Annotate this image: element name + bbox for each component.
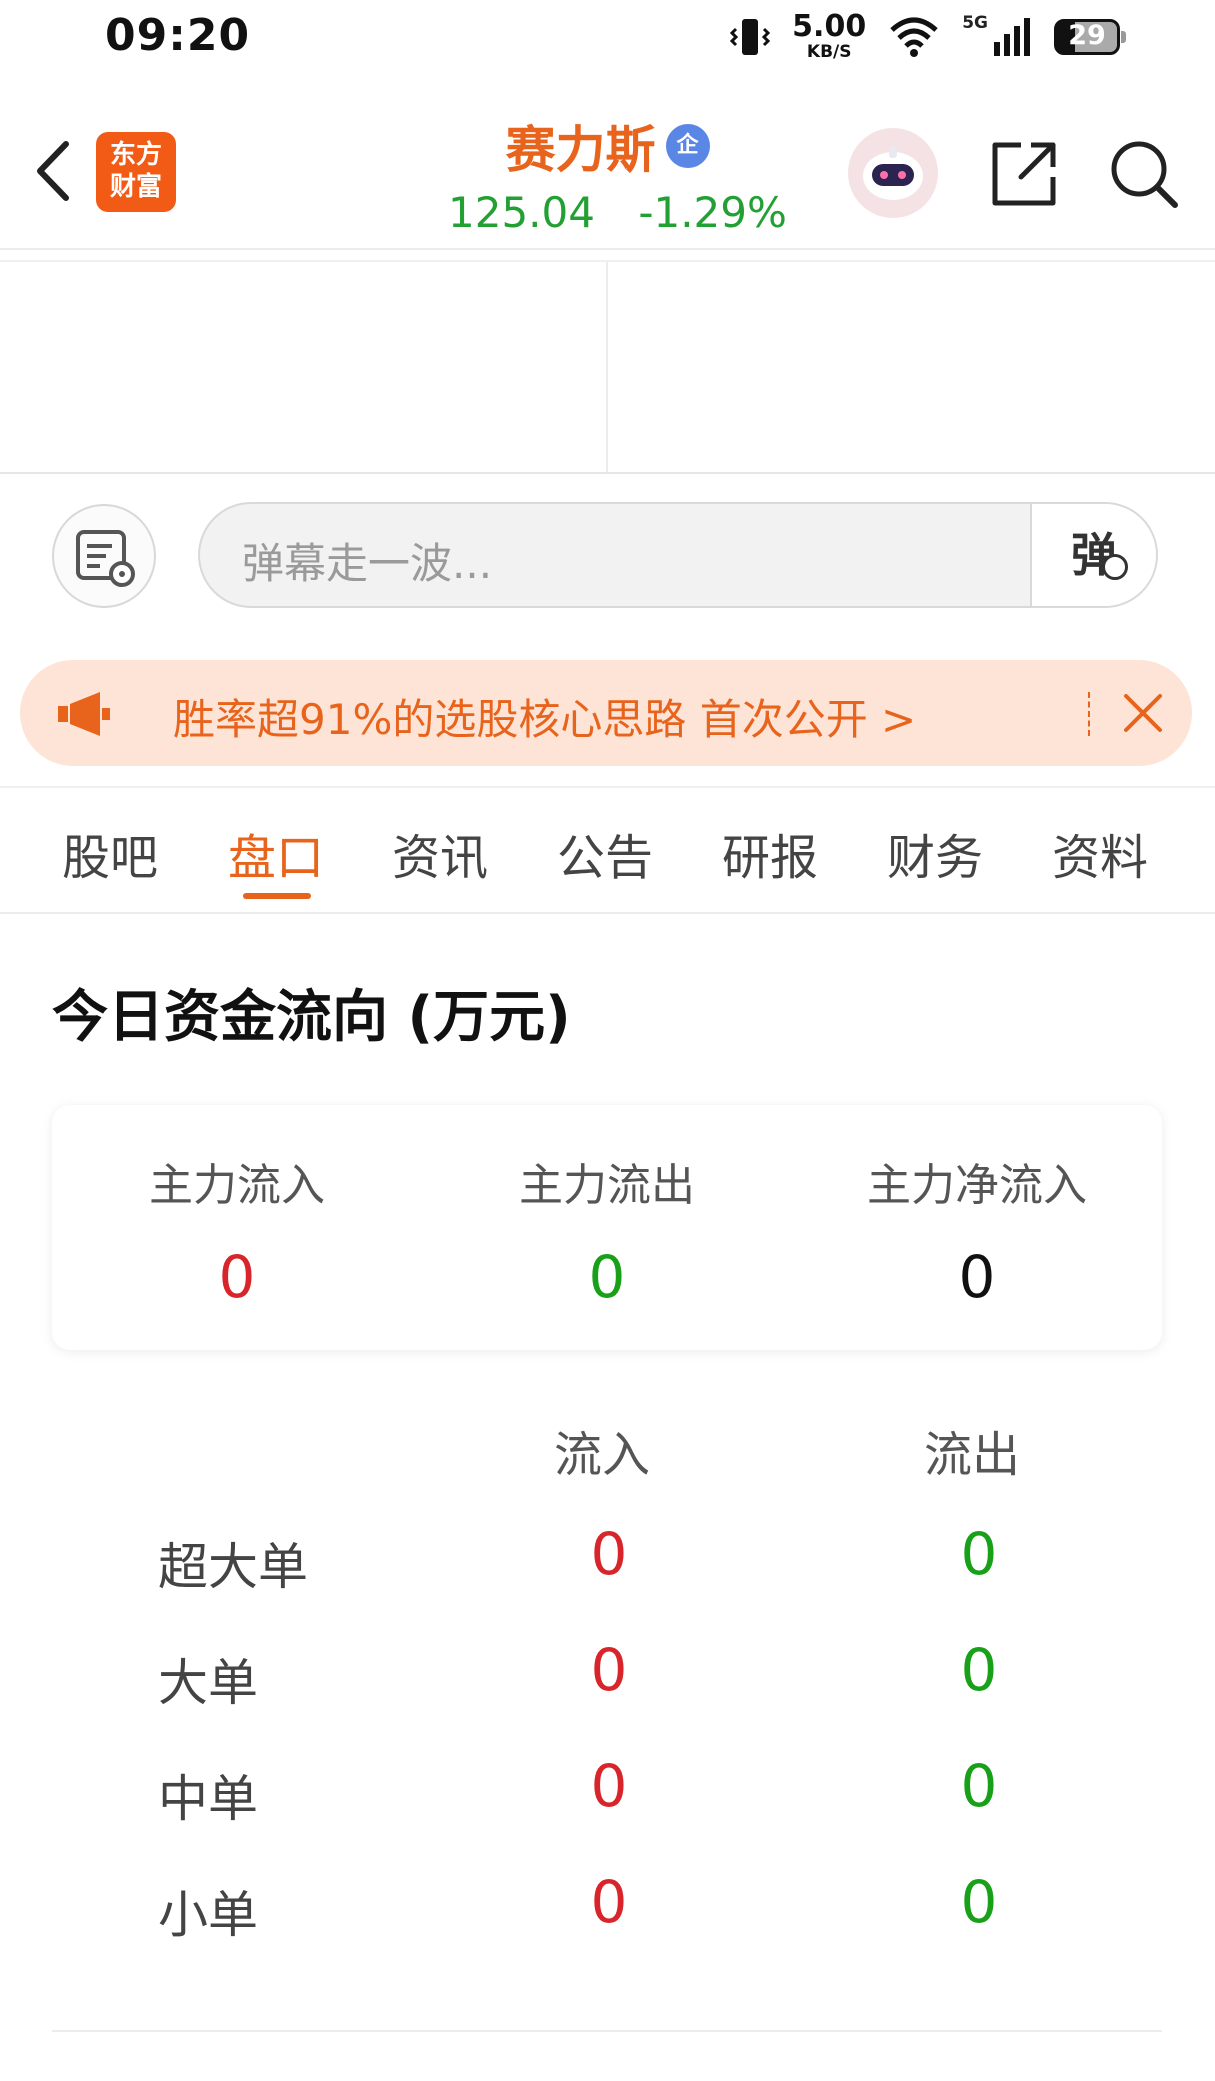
tab-guba[interactable]: 股吧 — [62, 818, 158, 888]
inflow-value: 0 — [590, 1520, 628, 1588]
main-net-inflow: 主力净流入 0 — [867, 1160, 1087, 1311]
status-bar: 09:20 5.00 KB/S 5G 29 — [0, 0, 1215, 80]
chart-area[interactable] — [0, 260, 1215, 474]
row-label: 中单 — [158, 1770, 258, 1828]
main-inflow: 主力流入 0 — [149, 1160, 325, 1311]
row-label: 小单 — [158, 1886, 258, 1944]
row-label: 超大单 — [158, 1538, 308, 1596]
inflow-value: 0 — [590, 1868, 628, 1936]
fund-flow-title: 今日资金流向 (万元) — [52, 985, 571, 1050]
chart-divider — [606, 262, 608, 472]
tab-research[interactable]: 研报 — [722, 818, 818, 888]
megaphone-icon — [58, 692, 110, 736]
danmu-row: 弹幕走一波... 弹 — [0, 498, 1215, 608]
outflow-value: 0 — [960, 1752, 998, 1820]
close-icon[interactable] — [1120, 690, 1166, 736]
share-icon[interactable] — [985, 135, 1063, 213]
stock-price: 125.04 — [448, 188, 595, 237]
vibrate-icon — [730, 18, 771, 55]
tab-news[interactable]: 资讯 — [392, 818, 488, 888]
promo-text: 胜率超91%的选股核心思路 首次公开 > — [173, 695, 917, 744]
promo-banner[interactable]: 胜率超91%的选股核心思路 首次公开 > — [20, 660, 1192, 766]
status-icons: 5.00 KB/S 5G 29 — [730, 9, 1126, 62]
stock-change-pct: -1.29% — [638, 188, 787, 237]
main-outflow: 主力流出 0 — [519, 1160, 695, 1311]
wifi-icon — [890, 17, 938, 57]
banner-divider — [1088, 692, 1092, 736]
tab-bar: 股吧 盘口 资讯 公告 研报 财务 资料 — [0, 786, 1215, 914]
outflow-value: 0 — [960, 1520, 998, 1588]
stock-name: 赛力斯 — [505, 121, 656, 179]
inflow-value: 0 — [590, 1752, 628, 1820]
tab-pankou[interactable]: 盘口 — [228, 818, 324, 888]
price-line: 125.04 -1.29% — [448, 188, 787, 237]
net-speed: 5.00 KB/S — [792, 9, 867, 62]
tab-profile[interactable]: 资料 — [1052, 818, 1148, 888]
outflow-header: 流出 — [924, 1427, 1021, 1483]
battery-icon: 29 — [1054, 18, 1126, 55]
robot-assistant-icon[interactable] — [848, 128, 938, 218]
outflow-value: 0 — [960, 1868, 998, 1936]
main-force-summary-card: 主力流入 0 主力流出 0 主力净流入 0 — [52, 1105, 1162, 1350]
stock-header: 东方 财富 赛力斯 企 125.04 -1.29% — [0, 100, 1215, 250]
danmu-settings-button[interactable] — [52, 504, 156, 608]
danmu-input[interactable]: 弹幕走一波... 弹 — [198, 502, 1158, 608]
section-divider — [52, 2030, 1162, 2032]
stock-title[interactable]: 赛力斯 企 — [506, 110, 710, 182]
row-label: 大单 — [158, 1654, 258, 1712]
danmu-placeholder: 弹幕走一波... — [242, 539, 493, 588]
inflow-value: 0 — [590, 1636, 628, 1704]
status-time: 09:20 — [105, 10, 251, 61]
block-icon — [1102, 554, 1128, 580]
danmu-settings-icon — [76, 530, 135, 587]
danmu-send-button[interactable]: 弹 — [1030, 504, 1156, 606]
network-type: 5G — [962, 12, 988, 33]
inflow-header: 流入 — [554, 1427, 651, 1483]
tab-finance[interactable]: 财务 — [887, 818, 983, 888]
tab-announcements[interactable]: 公告 — [557, 818, 653, 888]
signal-icon — [994, 17, 1030, 56]
tab-active-indicator — [243, 893, 311, 899]
outflow-value: 0 — [960, 1636, 998, 1704]
search-icon[interactable] — [1105, 135, 1183, 213]
enterprise-badge-icon: 企 — [665, 124, 710, 168]
